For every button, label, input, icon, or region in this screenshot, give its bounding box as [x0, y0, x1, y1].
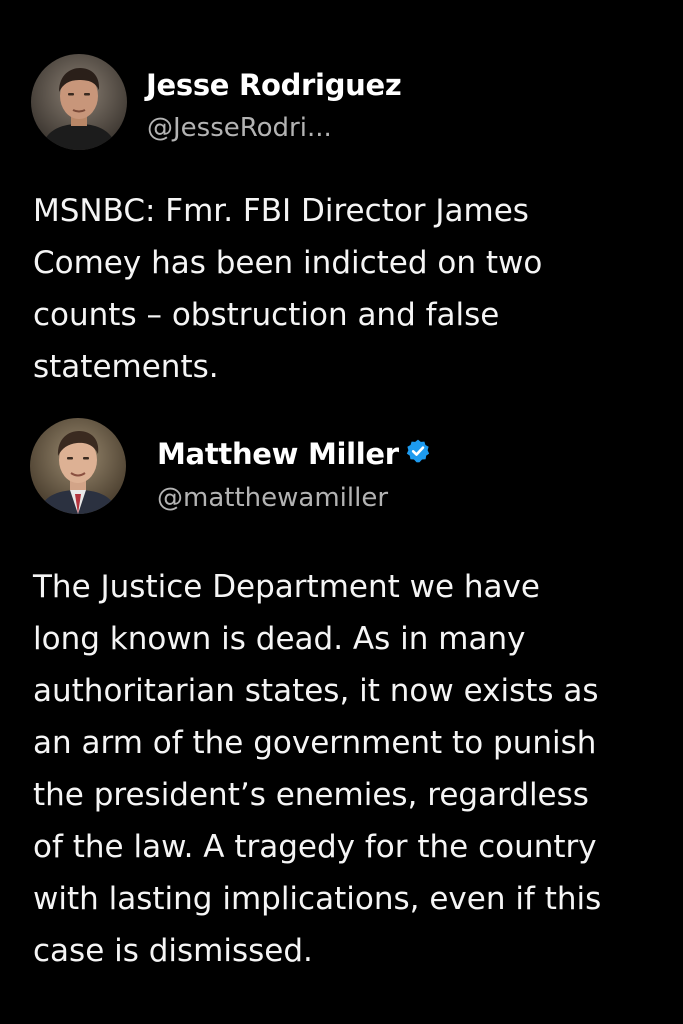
user-handle[interactable]: @JesseRodri... [147, 111, 332, 145]
tweet-text: The Justice Department we have long know… [33, 569, 602, 969]
avatar[interactable] [30, 418, 126, 514]
avatar[interactable] [31, 54, 127, 150]
profile-photo-icon [30, 418, 126, 514]
display-name[interactable]: Matthew Miller [157, 436, 431, 472]
verified-badge-icon [405, 436, 431, 472]
display-name-text[interactable]: Matthew Miller [157, 437, 399, 471]
profile-photo-icon [31, 54, 127, 150]
tweet-text: MSNBC: Fmr. FBI Director James Comey has… [33, 193, 543, 385]
display-name-text[interactable]: Jesse Rodriguez [146, 68, 402, 102]
display-name[interactable]: Jesse Rodriguez [146, 67, 402, 103]
user-handle[interactable]: @matthewamiller [157, 481, 388, 515]
